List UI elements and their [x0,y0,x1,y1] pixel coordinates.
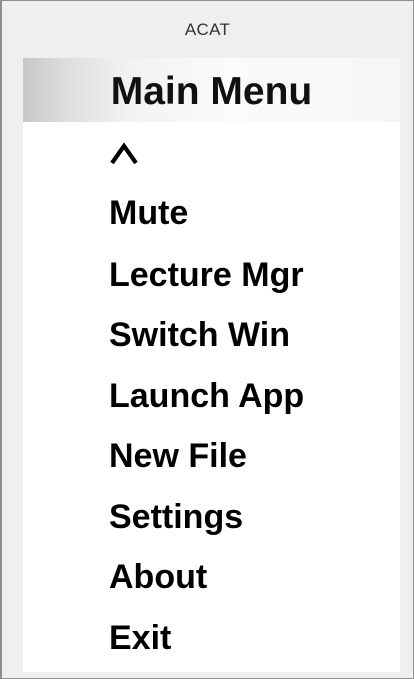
menu-item-switch-win[interactable]: Switch Win [109,315,290,355]
back-up-button[interactable] [109,136,139,168]
menu-item-new-file[interactable]: New File [109,436,247,476]
caret-up-icon [110,142,138,165]
menu-item-mute[interactable]: Mute [109,193,188,233]
menu-item-settings[interactable]: Settings [109,497,243,537]
menu-title: Main Menu [23,58,400,122]
window-title: ACAT [184,20,231,39]
menu-item-launch-app[interactable]: Launch App [109,376,304,416]
menu-item-exit[interactable]: Exit [109,618,171,658]
menu-item-lecture-mgr[interactable]: Lecture Mgr [109,255,304,295]
acat-window: ACAT Main Menu Mute Lecture Mgr Switch W… [0,0,414,679]
menu-item-about[interactable]: About [109,557,207,597]
menu-panel: Main Menu Mute Lecture Mgr Switch Win La… [23,58,400,672]
